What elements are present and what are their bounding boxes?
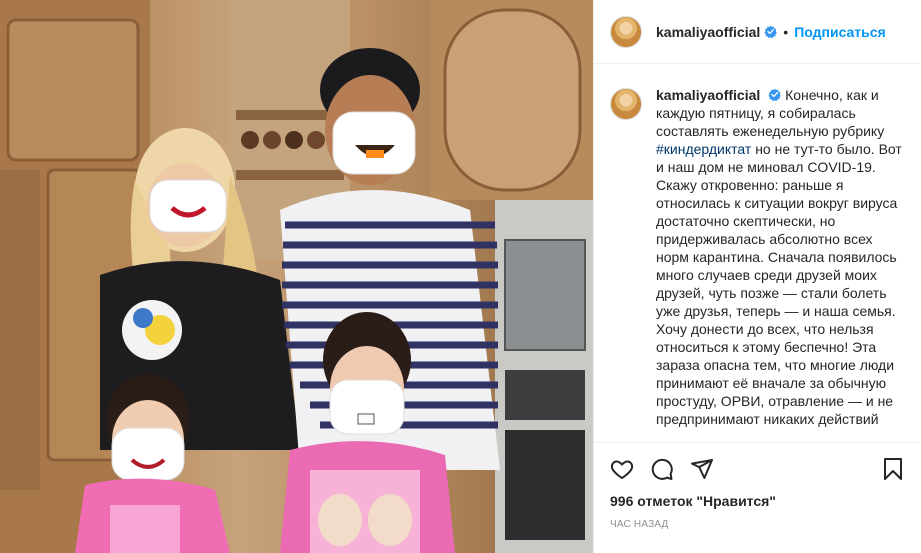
heart-icon[interactable] <box>610 457 634 481</box>
post-side-panel: kamaliyaofficial • Подписаться kamaliyao… <box>593 0 921 553</box>
comment-icon[interactable] <box>650 457 674 481</box>
post-photo[interactable] <box>0 0 593 553</box>
post-actions: 996 отметок "Нравится" час назад <box>594 442 921 553</box>
bookmark-icon[interactable] <box>881 457 905 481</box>
follow-button[interactable]: Подписаться <box>794 24 886 40</box>
verified-badge-icon <box>764 25 778 38</box>
caption-avatar[interactable] <box>610 88 642 120</box>
likes-count[interactable]: 996 отметок "Нравится" <box>610 493 905 509</box>
header-username[interactable]: kamaliyaofficial <box>656 24 760 40</box>
caption-body-rest: но не тут-то было. Вот и наш дом не мино… <box>656 141 902 427</box>
hashtag-link[interactable]: #киндердиктат <box>656 141 751 157</box>
post-timestamp[interactable]: час назад <box>610 519 905 530</box>
separator-dot: • <box>783 23 789 40</box>
paper-plane-icon[interactable] <box>690 457 714 481</box>
action-icons <box>610 449 905 489</box>
caption-username[interactable]: kamaliyaofficial <box>656 87 760 103</box>
post-header: kamaliyaofficial • Подписаться <box>594 0 921 64</box>
caption-text: kamaliyaofficial Конечно, как и каждую п… <box>656 86 905 428</box>
comments-area[interactable]: kamaliyaofficial Конечно, как и каждую п… <box>594 64 921 442</box>
caption: kamaliyaofficial Конечно, как и каждую п… <box>610 86 905 428</box>
verified-badge-icon <box>768 88 782 101</box>
family-photo-illustration <box>0 0 593 553</box>
avatar[interactable] <box>610 15 642 48</box>
